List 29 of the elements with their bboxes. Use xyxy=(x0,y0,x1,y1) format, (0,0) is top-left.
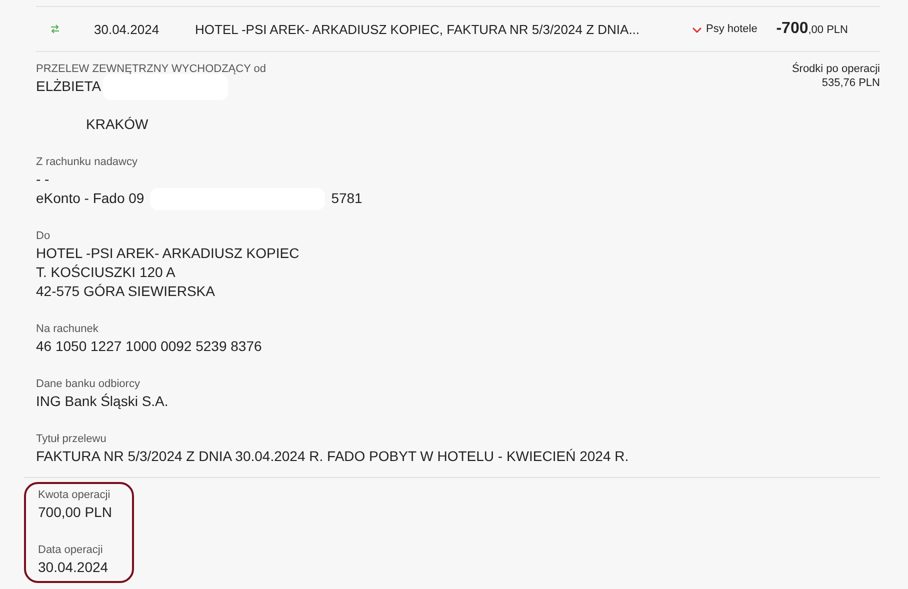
transfer-type-label: PRZELEW ZEWNĘTRZNY WYCHODZĄCY od xyxy=(36,62,266,77)
balance-label: Środki po operacji xyxy=(792,62,880,76)
field-value: eKonto - Fado 09 xyxy=(36,189,144,208)
caret-icon[interactable] xyxy=(692,26,702,34)
field-value: 42-575 GÓRA SIEWIERSKA xyxy=(36,282,215,301)
field-label: Do xyxy=(36,229,52,244)
field-label: Dane banku odbiorcy xyxy=(36,377,141,392)
transaction-amount: -700,00 PLN xyxy=(776,20,848,38)
field-label: Data operacji xyxy=(38,543,104,558)
transaction-title: HOTEL -PSI AREK- ARKADIUSZ KOPIEC, FAKTURA NR 5/3/2024 Z DNIA... xyxy=(195,22,641,36)
field-value: ING Bank Śląski S.A. xyxy=(36,392,168,411)
sender-city: KRAKÓW xyxy=(86,115,148,134)
category-label: Psy hotele xyxy=(706,23,758,35)
transaction-date: 30.04.2024 xyxy=(94,22,160,36)
field-value: 700,00 PLN xyxy=(38,503,112,522)
field-value: FAKTURA NR 5/3/2024 Z DNIA 30.04.2024 R. FADO POBYT W HOTELU - KWIECIEŃ 2024 R. xyxy=(36,447,629,466)
field-label: Na rachunek xyxy=(36,322,100,337)
field-value: T. KOŚCIUSZKI 120 A xyxy=(36,263,176,282)
field-label: Tytuł przelewu xyxy=(36,432,108,447)
field-label: Z rachunku nadawcy xyxy=(36,155,138,170)
field-value: 30.04.2024 xyxy=(38,558,108,577)
sender-name: ELŻBIETA xyxy=(36,77,102,96)
field-label: Kwota operacji xyxy=(38,488,112,503)
field-value: 46 1050 1227 1000 0092 5239 8376 xyxy=(36,337,262,356)
field-value: 5781 xyxy=(331,189,362,208)
field-value: - - xyxy=(36,170,50,189)
transfer-icon xyxy=(50,24,60,34)
field-value: HOTEL -PSI AREK- ARKADIUSZ KOPIEC xyxy=(36,244,300,263)
balance-value: 535,76 PLN xyxy=(820,76,880,90)
